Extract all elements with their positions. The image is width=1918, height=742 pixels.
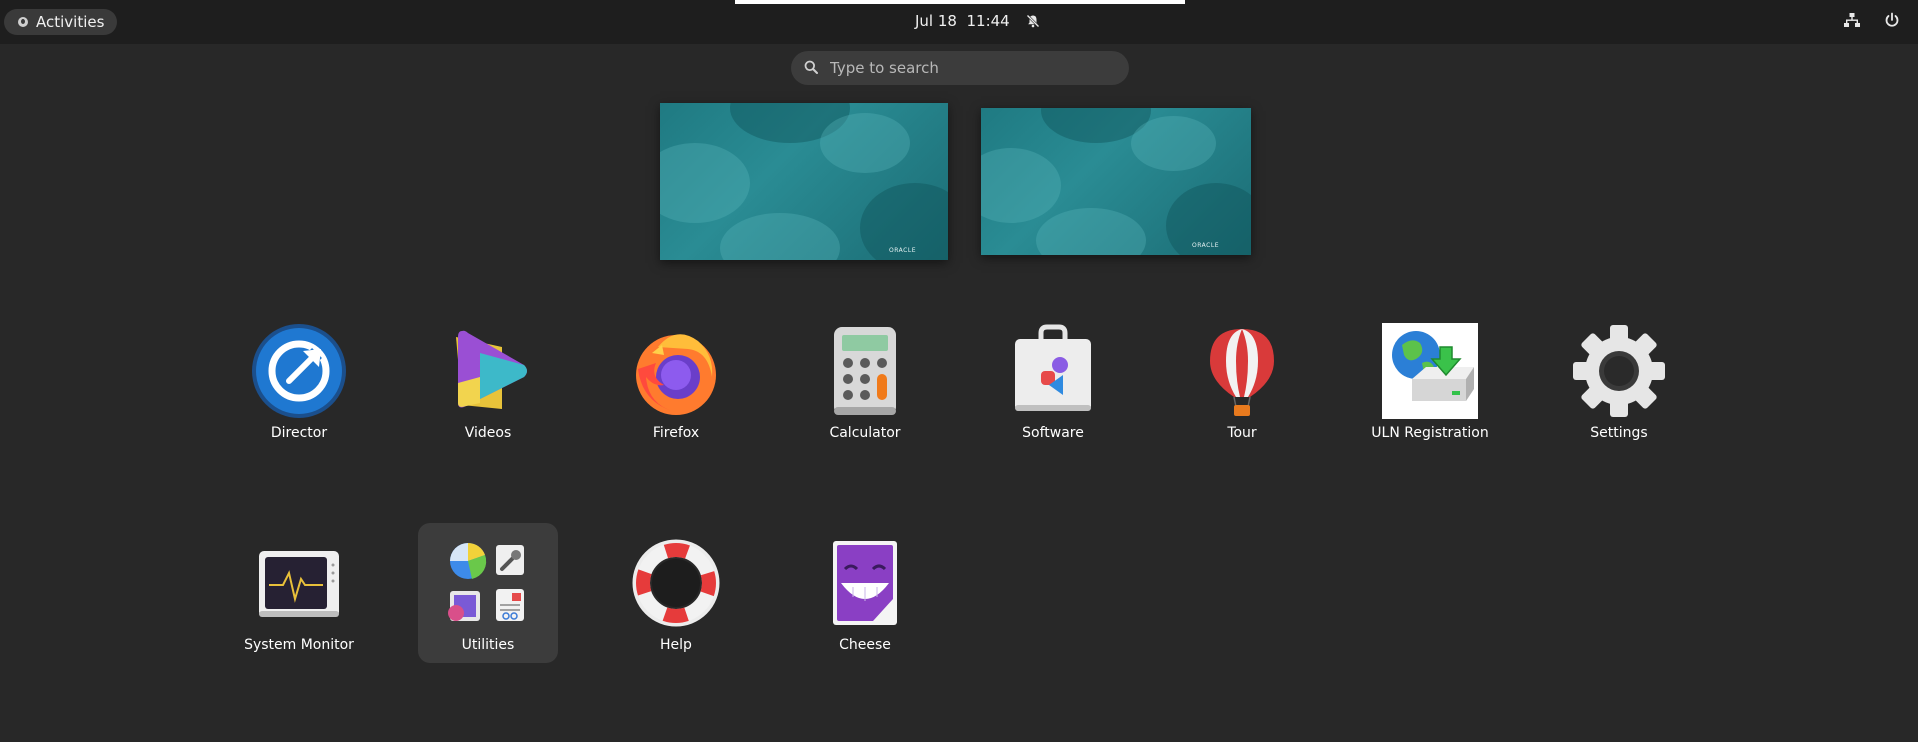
app-label: ULN Registration [1371,425,1489,441]
app-label: Help [660,637,692,653]
app-videos[interactable]: Videos [418,311,558,451]
uln-registration-icon [1382,323,1478,419]
system-monitor-icon [251,535,347,631]
clock-time: 11:44 [966,12,1010,30]
network-icon[interactable] [1844,12,1860,32]
wallpaper-shape [1036,208,1146,255]
app-uln-registration[interactable]: ULN Registration [1360,311,1500,451]
app-firefox[interactable]: Firefox [606,311,746,451]
system-tray [1844,12,1900,32]
settings-icon [1571,323,1667,419]
top-highlight-strip [735,0,1185,4]
clock-text: Jul 18 11:44 [915,12,1010,30]
activities-label: Activities [36,13,105,31]
app-software[interactable]: Software [983,311,1123,451]
tour-icon [1194,323,1290,419]
wallpaper-brand: ORACLE [1192,242,1219,249]
app-label: Software [1022,425,1084,441]
wallpaper-shape [720,213,840,260]
workspace-thumbnail-2[interactable]: ORACLE [981,108,1251,255]
app-label: Utilities [461,637,515,653]
software-icon [1005,323,1101,419]
power-icon[interactable] [1884,12,1900,32]
app-label: Cheese [839,637,891,653]
utilities-folder-icon [440,535,536,631]
app-tour[interactable]: Tour [1172,311,1312,451]
search-input[interactable] [830,59,1090,77]
app-calculator[interactable]: Calculator [795,311,935,451]
activities-button[interactable]: Activities [4,9,117,35]
app-label: Firefox [652,425,700,441]
firefox-icon [628,323,724,419]
help-icon [628,535,724,631]
wallpaper-brand: ORACLE [889,247,916,254]
app-label: Settings [1590,425,1648,441]
calculator-icon [817,323,913,419]
app-system-monitor[interactable]: System Monitor [229,523,369,663]
app-cheese[interactable]: Cheese [795,523,935,663]
activities-indicator-icon [18,17,28,27]
app-label: Director [270,425,328,441]
cheese-icon [817,535,913,631]
wallpaper-shape [1131,116,1216,171]
app-director[interactable]: Director [229,311,369,451]
clock-date: Jul 18 [915,12,957,30]
search-box[interactable] [791,51,1129,85]
wallpaper-shape [981,148,1061,223]
top-bar: Activities Jul 18 11:44 [0,0,1918,44]
clock-button[interactable]: Jul 18 11:44 [915,12,1040,30]
app-label: Calculator [829,425,901,441]
workspace-thumbnail-1[interactable]: ORACLE [660,103,948,260]
videos-icon [440,323,536,419]
wallpaper-shape [660,143,750,223]
app-help[interactable]: Help [606,523,746,663]
app-label: System Monitor [244,637,354,653]
app-folder-utilities[interactable]: Utilities [418,523,558,663]
search-icon [804,59,818,78]
app-label: Tour [1227,425,1257,441]
bell-muted-icon [1026,14,1040,28]
app-label: Videos [464,425,512,441]
wallpaper-shape [820,113,910,173]
app-settings[interactable]: Settings [1549,311,1689,451]
director-icon [251,323,347,419]
